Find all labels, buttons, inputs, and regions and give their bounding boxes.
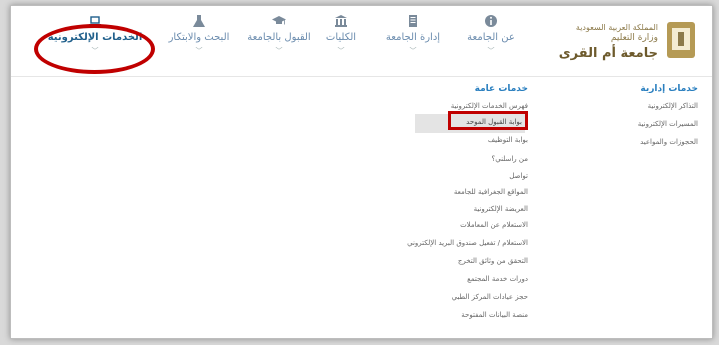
info-icon bbox=[485, 15, 497, 27]
general-item[interactable]: الاستعلام عن المعاملات bbox=[460, 221, 528, 229]
nav-admission-label: القبول بالجامعة bbox=[247, 32, 311, 43]
document-icon bbox=[409, 15, 417, 27]
admin-item-payroll[interactable]: المسيرات الإلكترونية bbox=[638, 120, 698, 128]
nav-about-label: عن الجامعة bbox=[467, 32, 515, 43]
admin-item-tickets[interactable]: التذاكر الإلكترونية bbox=[648, 102, 698, 110]
general-item[interactable]: العريضة الإلكترونية bbox=[474, 205, 528, 213]
chevron-down-icon: ﹀ bbox=[275, 47, 283, 55]
admin-item-bookings[interactable]: الحجوزات والمواعيد bbox=[640, 138, 698, 146]
nav-administration-label: إدارة الجامعة bbox=[385, 32, 441, 43]
nav-research[interactable]: البحث والابتكار ﹀ bbox=[155, 14, 243, 69]
graduation-cap-icon bbox=[272, 16, 286, 25]
general-item[interactable]: منصة البيانات المفتوحة bbox=[461, 311, 528, 319]
logo-line-ministry: وزارة التعليم bbox=[610, 33, 658, 43]
emblem-icon bbox=[667, 22, 695, 58]
general-item[interactable]: تواصل bbox=[509, 172, 528, 180]
annotation-ellipse bbox=[34, 24, 155, 74]
logo-line-university: جامعة أم القرى bbox=[558, 46, 658, 61]
nav-administration[interactable]: إدارة الجامعة ﹀ bbox=[371, 14, 455, 69]
admin-services-title: خدمات إدارية bbox=[640, 84, 698, 94]
chevron-down-icon: ﹀ bbox=[487, 47, 495, 55]
general-item[interactable]: من راسلني؟ bbox=[492, 155, 528, 163]
general-item[interactable]: المواقع الجغرافية للجامعة bbox=[454, 188, 528, 196]
browser-page: المملكة العربية السعودية وزارة التعليم ج… bbox=[10, 5, 713, 339]
nav-about[interactable]: عن الجامعة ﹀ bbox=[449, 14, 533, 69]
logo-line-country: المملكة العربية السعودية bbox=[575, 23, 658, 32]
general-item[interactable]: بوابة التوظيف bbox=[488, 136, 528, 144]
flask-icon bbox=[193, 15, 205, 27]
general-services-title: خدمات عامة bbox=[474, 84, 528, 94]
annotation-box bbox=[448, 111, 528, 130]
building-icon bbox=[335, 15, 347, 27]
general-item[interactable]: حجز عيادات المركز الطبي bbox=[452, 293, 528, 301]
general-item[interactable]: دورات خدمة المجتمع bbox=[467, 275, 528, 283]
general-item[interactable]: الاستعلام / تفعيل صندوق البريد الإلكترون… bbox=[407, 239, 528, 247]
header-bar: المملكة العربية السعودية وزارة التعليم ج… bbox=[11, 6, 712, 77]
chevron-down-icon: ﹀ bbox=[195, 47, 203, 55]
university-logo[interactable]: المملكة العربية السعودية وزارة التعليم ج… bbox=[559, 20, 698, 68]
general-item[interactable]: فهرس الخدمات الإلكترونية bbox=[451, 102, 528, 110]
chevron-down-icon: ﹀ bbox=[409, 47, 417, 55]
nav-admission[interactable]: القبول بالجامعة ﹀ bbox=[235, 14, 323, 69]
general-item[interactable]: التحقق من وثائق التخرج bbox=[458, 257, 528, 265]
nav-research-label: البحث والابتكار bbox=[168, 32, 230, 43]
